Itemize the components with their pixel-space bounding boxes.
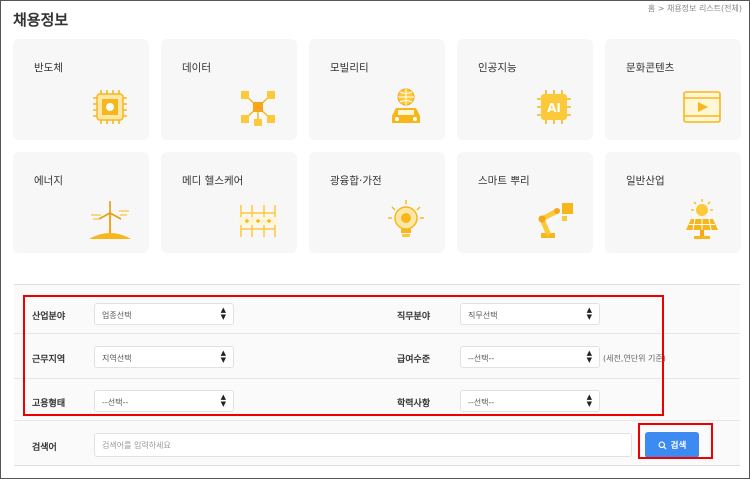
category-card-medi-healthcare[interactable]: 메디 헬스케어 [161,152,297,253]
category-card-ai[interactable]: 인공지능 AI [457,39,593,140]
solar-panel-icon [686,199,718,239]
category-label: 데이터 [182,62,211,74]
category-card-optical-appliance[interactable]: 광융합·가전 [309,152,445,253]
category-label: 스마트 뿌리 [478,175,530,187]
category-label: 모빌리티 [330,62,369,74]
category-label: 광융합·가전 [330,175,382,187]
breadcrumb[interactable]: 홈 > 채용정보 리스트(전체) [648,3,742,14]
category-label: 일반산업 [626,175,665,187]
category-label: 반도체 [34,62,63,74]
svg-text:AI: AI [547,101,561,115]
search-label: 검색어 [32,443,57,453]
search-input[interactable] [94,433,632,457]
category-card-data[interactable]: 데이터 [161,39,297,140]
light-bulb-icon [388,200,424,237]
category-card-smart-root[interactable]: 스마트 뿌리 [457,152,593,253]
robot-arm-icon [538,203,573,238]
page-title: 채용정보 [13,11,69,29]
category-label: 문화콘텐츠 [626,62,675,74]
category-card-general-industry[interactable]: 일반산업 [605,152,741,253]
wind-turbine-icon [89,201,131,239]
car-globe-icon [392,88,420,123]
category-card-energy[interactable]: 에너지 [13,152,149,253]
category-card-semiconductor[interactable]: 반도체 [13,39,149,140]
category-label: 메디 헬스케어 [182,175,244,187]
search-button-highlight-box [638,423,713,459]
video-player-icon [683,91,721,123]
category-label: 에너지 [34,175,63,187]
medical-building-icon [239,205,277,237]
category-card-culture-content[interactable]: 문화콘텐츠 [605,39,741,140]
chip-icon [93,90,127,124]
row-divider [14,420,740,421]
filter-highlight-box [23,295,664,416]
ai-chip-icon: AI [537,90,571,124]
category-card-mobility[interactable]: 모빌리티 [309,39,445,140]
data-network-icon [241,91,275,126]
category-label: 인공지능 [478,62,517,74]
